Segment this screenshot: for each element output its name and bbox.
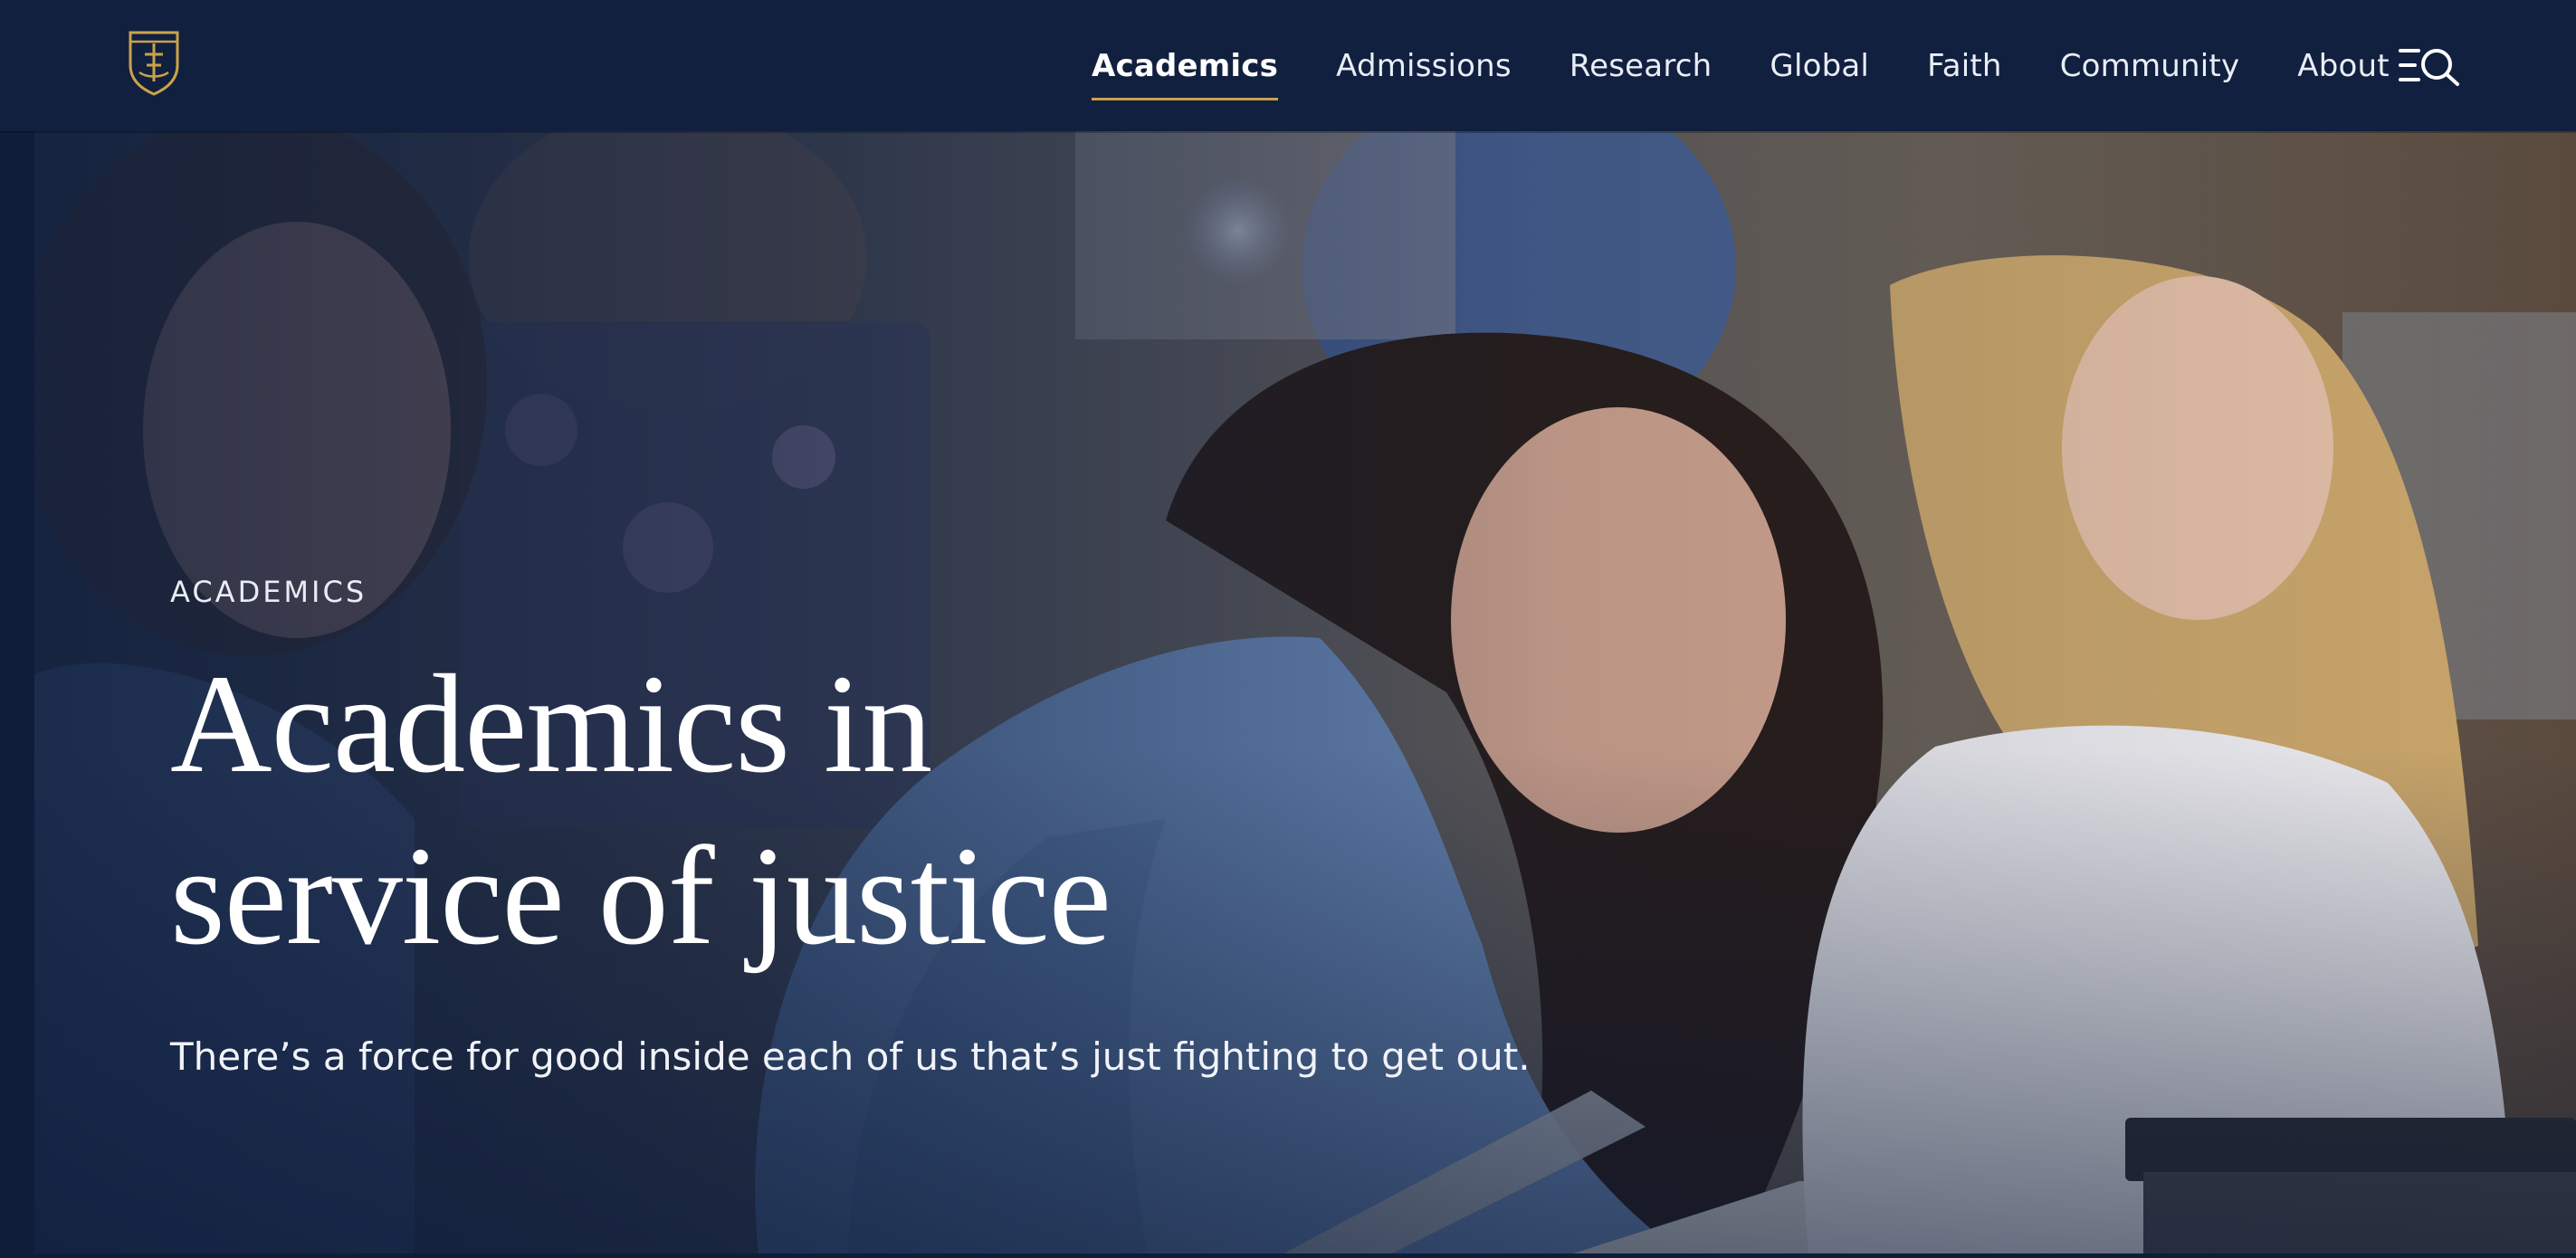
hero-eyebrow: ACADEMICS	[170, 575, 367, 609]
nav-about[interactable]: About	[2297, 48, 2390, 84]
hero-headline: Academics in service of justice	[170, 638, 1528, 982]
nav-global[interactable]: Global	[1770, 48, 1869, 84]
nav-academics[interactable]: Academics	[1092, 48, 1279, 100]
hero-section: ACADEMICS Academics in service of justic…	[34, 131, 2576, 1253]
nav-research[interactable]: Research	[1569, 48, 1713, 84]
page-left-edge	[0, 131, 34, 1258]
hero-headline-line-1: Academics in	[170, 645, 932, 802]
menu-search-icon[interactable]	[2397, 45, 2462, 87]
main-nav: Academics Admissions Research Global Fai…	[1092, 0, 2447, 131]
site-header: Academics Admissions Research Global Fai…	[0, 0, 2576, 131]
hero-subtitle: There’s a force for good inside each of …	[170, 1034, 1531, 1079]
nav-admissions[interactable]: Admissions	[1336, 48, 1512, 84]
nav-faith[interactable]: Faith	[1927, 48, 2002, 84]
university-crest-icon[interactable]	[127, 29, 181, 96]
nav-community[interactable]: Community	[2060, 48, 2240, 84]
hero-text-block: ACADEMICS Academics in service of justic…	[170, 131, 1709, 1253]
hero-headline-line-2: service of justice	[170, 817, 1111, 974]
